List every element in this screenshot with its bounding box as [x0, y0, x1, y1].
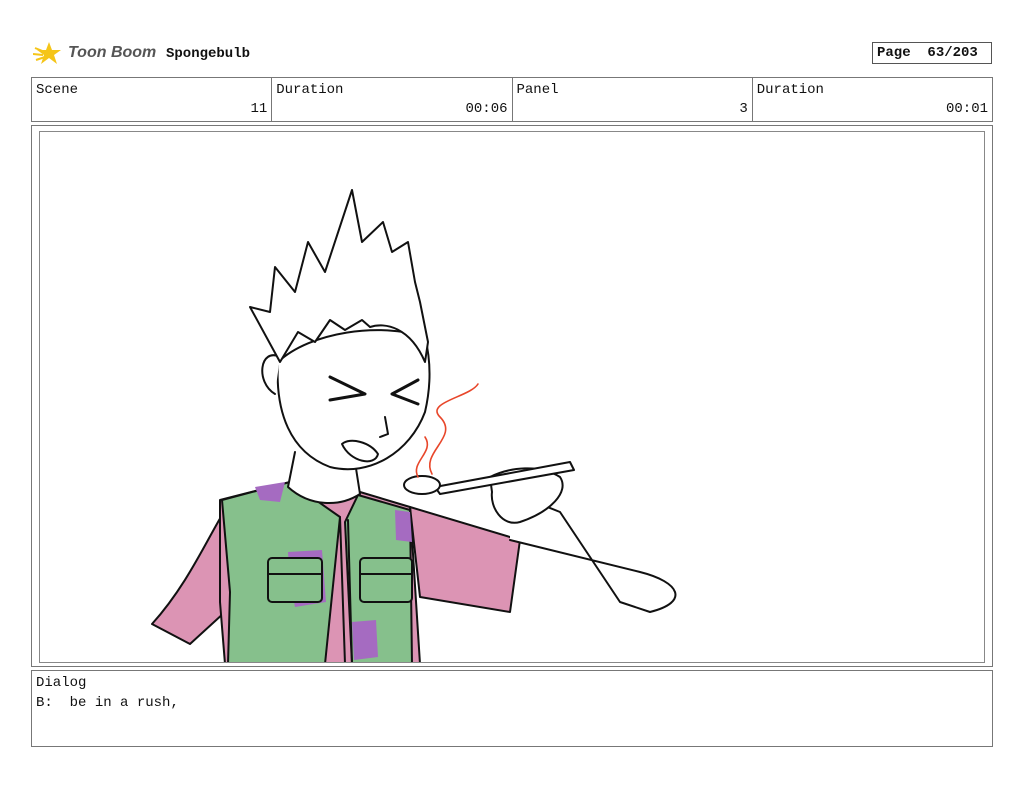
storyboard-panel	[39, 131, 985, 663]
scene-duration-value: 00:06	[465, 101, 508, 117]
panel-duration-label: Duration	[756, 82, 824, 98]
page-indicator: Page 63/203	[872, 42, 992, 64]
vest-pocket	[267, 557, 323, 603]
vest-patch	[395, 510, 412, 542]
food-morsel	[403, 475, 441, 495]
scene-info-row: Scene 11 Duration 00:06 Panel 3 Duration…	[31, 77, 993, 122]
storyboard-panel-frame	[31, 125, 993, 667]
page-label: Page	[877, 45, 911, 61]
scene-value: 11	[250, 101, 268, 117]
panel-value: 3	[739, 101, 748, 117]
panel-cell: Panel 3	[513, 78, 753, 121]
scene-cell: Scene 11	[32, 78, 273, 121]
dialog-text: be in a rush,	[69, 695, 179, 711]
panel-duration-cell: Duration 00:01	[753, 78, 992, 121]
right-sleeve	[409, 506, 521, 613]
dialog-box: Dialog B: be in a rush,	[31, 670, 993, 747]
dialog-line: B: be in a rush,	[36, 695, 179, 711]
scene-duration-label: Duration	[276, 82, 344, 98]
scene-label: Scene	[36, 82, 79, 98]
brand-name: Toon Boom	[68, 44, 157, 61]
scene-duration-cell: Duration 00:06	[272, 78, 513, 121]
dialog-label: Dialog	[36, 675, 87, 691]
panel-label: Panel	[516, 82, 559, 98]
vest-pocket	[359, 557, 413, 603]
character-drawing	[151, 189, 677, 662]
project-title: Spongebulb	[166, 46, 251, 62]
dialog-speaker: B:	[36, 695, 53, 711]
panel-duration-value: 00:01	[945, 101, 988, 117]
steam	[429, 383, 479, 475]
vest-patch	[352, 620, 378, 660]
page-number: 63/203	[927, 45, 978, 61]
